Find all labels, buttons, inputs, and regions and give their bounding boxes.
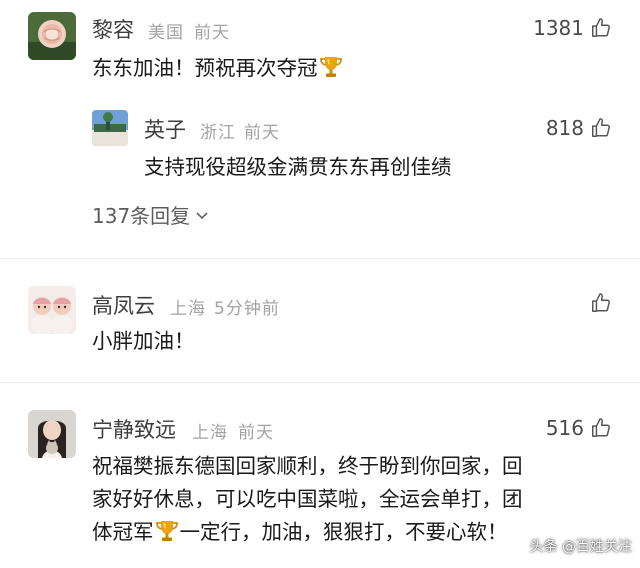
thumbs-up-icon [590, 292, 612, 314]
like-button[interactable] [590, 292, 612, 314]
thumbs-up-icon [590, 17, 612, 39]
username[interactable]: 黎容 [92, 14, 134, 44]
reply-text: 支持现役超级金满贯东东再创佳绩 [144, 155, 452, 179]
comment-location: 美国 [148, 23, 184, 43]
comment-time: 前天 [238, 423, 274, 443]
reply-time: 前天 [244, 123, 280, 143]
comment-text-content: 东东加油！预祝再次夺冠 [92, 56, 318, 80]
like-count: 516 [545, 416, 584, 440]
like-button[interactable]: 1381 [533, 16, 612, 40]
divider [0, 258, 640, 259]
avatar[interactable] [28, 12, 76, 60]
view-replies-button[interactable]: 137条回复 [92, 200, 210, 229]
comment-text: 小胖加油！ [92, 329, 195, 353]
avatar[interactable] [28, 410, 76, 458]
divider [0, 382, 640, 383]
username[interactable]: 高凤云 [92, 290, 155, 320]
reply-username[interactable]: 英子 [144, 114, 186, 144]
comment-location: 上海 [192, 423, 228, 443]
trophy-icon [318, 54, 344, 80]
comment-text-line: 祝福樊振东德国回家顺利，终于盼到你回家，回 [92, 454, 523, 478]
comment-text-content: 一定行，加油，狠狠打，不要心软！ [179, 520, 508, 544]
avatar[interactable] [92, 110, 128, 146]
chevron-down-icon [196, 211, 208, 219]
like-count: 818 [545, 116, 584, 140]
comment-time: 5分钟前 [214, 299, 280, 319]
like-count: 1381 [533, 16, 584, 40]
comment-text-line: 体冠军 一定行，加油，狠狠打，不要心软！ [92, 516, 508, 549]
comment-location: 上海 [170, 299, 206, 319]
thumbs-up-icon [590, 117, 612, 139]
reply-count: 137条回复 [92, 204, 191, 228]
comment-text-line: 家好好休息，可以吃中国菜啦，全运会单打，团 [92, 487, 523, 511]
username[interactable]: 宁静致远 [92, 414, 176, 444]
comment-text: 东东加油！预祝再次夺冠 [92, 52, 344, 85]
reply-like-button[interactable]: 818 [546, 116, 612, 140]
like-button[interactable]: 516 [546, 416, 612, 440]
comment-time: 前天 [194, 23, 230, 43]
trophy-icon [154, 518, 180, 544]
comment-text-content: 体冠军 [92, 520, 154, 544]
avatar[interactable] [28, 286, 76, 334]
watermark: 头条 @百姓关注 [529, 539, 632, 555]
reply-location: 浙江 [200, 123, 236, 143]
thumbs-up-icon [590, 417, 612, 439]
